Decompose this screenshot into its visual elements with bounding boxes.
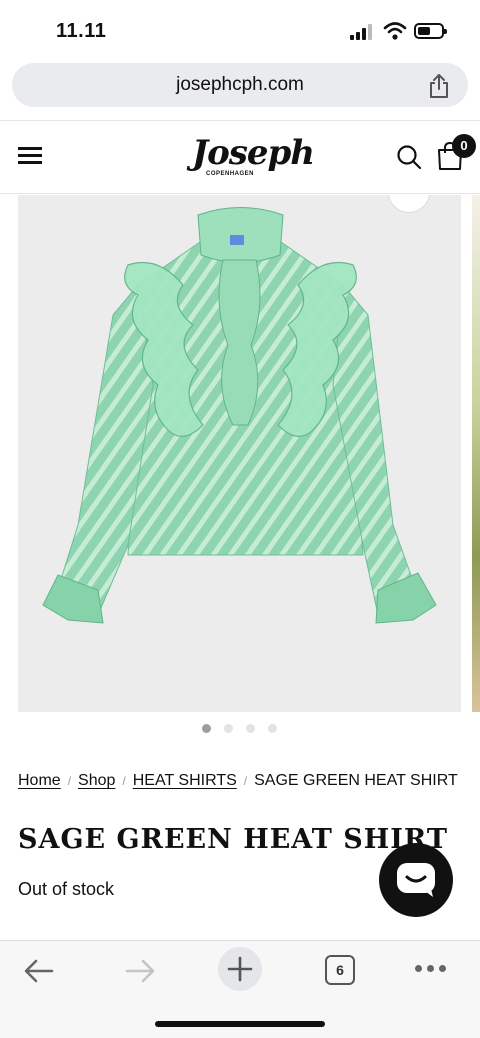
more-options-icon[interactable] bbox=[415, 965, 447, 975]
pagination-dot-3[interactable] bbox=[246, 724, 255, 733]
shirt-illustration bbox=[42, 207, 437, 624]
breadcrumb-separator: / bbox=[122, 774, 126, 788]
breadcrumb-current: SAGE GREEN HEAT SHIRT bbox=[254, 772, 458, 789]
chat-icon bbox=[397, 863, 435, 897]
next-image-peek[interactable] bbox=[472, 195, 480, 712]
pagination-dot-1[interactable] bbox=[202, 724, 211, 733]
forward-arrow-icon[interactable] bbox=[123, 957, 157, 985]
breadcrumb-separator: / bbox=[243, 774, 248, 788]
product-image[interactable] bbox=[18, 195, 461, 712]
gallery-pagination bbox=[202, 724, 282, 734]
plus-icon bbox=[227, 956, 253, 982]
logo-text: Joseph bbox=[192, 133, 315, 173]
breadcrumb-home[interactable]: Home bbox=[18, 772, 61, 789]
site-header: Joseph COPENHAGEN 0 bbox=[0, 120, 480, 194]
share-icon[interactable] bbox=[428, 73, 450, 99]
new-tab-button[interactable] bbox=[218, 947, 262, 991]
pagination-dot-4[interactable] bbox=[268, 724, 277, 733]
site-logo[interactable]: Joseph COPENHAGEN bbox=[188, 133, 315, 183]
cellular-signal-icon bbox=[350, 24, 374, 40]
product-title: SAGE GREEN HEAT SHIRT bbox=[18, 824, 448, 855]
cart-count-badge[interactable]: 0 bbox=[452, 134, 476, 158]
hamburger-menu-icon[interactable] bbox=[18, 147, 42, 165]
url-text[interactable]: josephcph.com bbox=[12, 74, 468, 96]
breadcrumb-shop[interactable]: Shop bbox=[78, 772, 115, 789]
pagination-dot-2[interactable] bbox=[224, 724, 233, 733]
search-icon[interactable] bbox=[396, 144, 422, 170]
battery-icon bbox=[414, 23, 447, 39]
breadcrumb-separator: / bbox=[67, 774, 72, 788]
home-indicator[interactable] bbox=[155, 1021, 325, 1027]
breadcrumb: Home / Shop / HEAT SHIRTS / SAGE GREEN HEAT SH… bbox=[18, 772, 468, 790]
status-time: 11.11 bbox=[56, 20, 107, 42]
logo-subtext: COPENHAGEN bbox=[206, 171, 255, 177]
breadcrumb-heat-shirts[interactable]: HEAT SHIRTS bbox=[133, 772, 237, 789]
product-gallery[interactable] bbox=[0, 195, 480, 713]
chat-button[interactable] bbox=[379, 843, 453, 917]
tab-switcher-button[interactable]: 6 bbox=[325, 955, 355, 985]
wifi-icon bbox=[383, 22, 407, 40]
status-bar: 11.11 bbox=[0, 0, 480, 58]
back-arrow-icon[interactable] bbox=[22, 957, 56, 985]
address-bar[interactable]: josephcph.com bbox=[12, 63, 468, 107]
stock-status: Out of stock bbox=[18, 879, 115, 899]
